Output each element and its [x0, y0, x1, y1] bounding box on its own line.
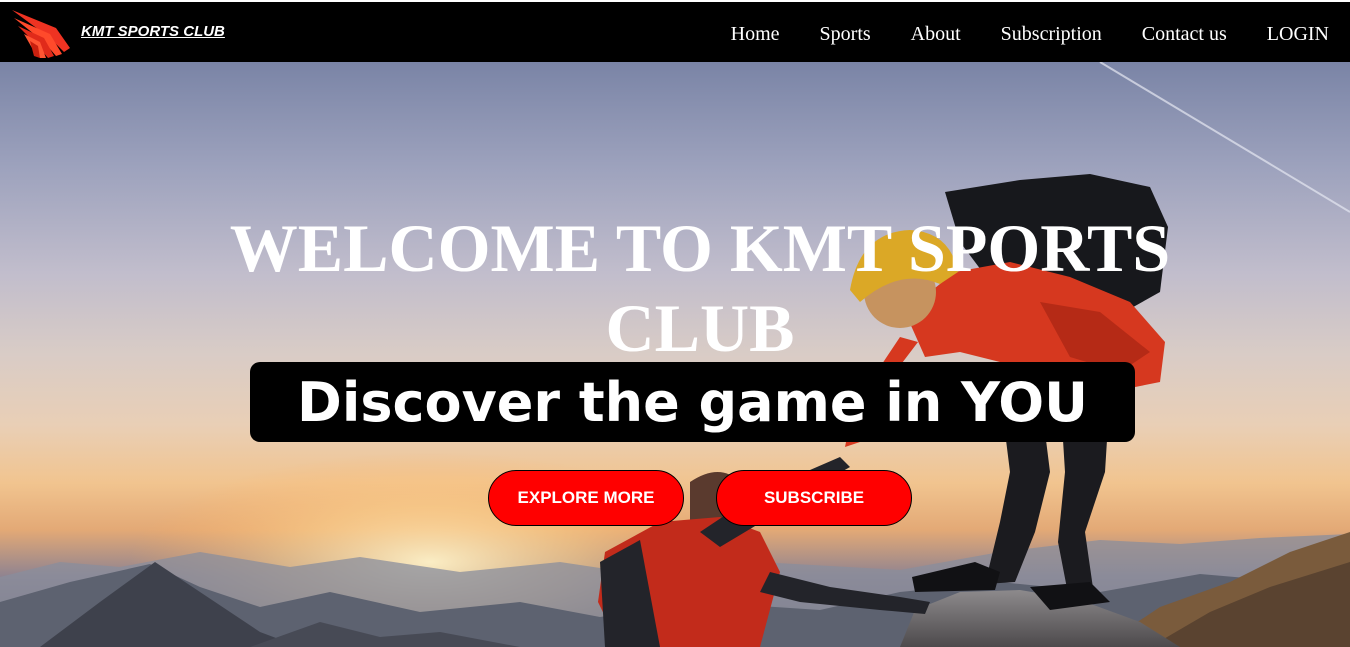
- nav-item-about[interactable]: About: [911, 22, 961, 46]
- explore-more-button[interactable]: EXPLORE MORE: [488, 470, 684, 526]
- tagline-banner: Discover the game in YOU: [250, 362, 1135, 442]
- nav-menu: Home Sports About Subscription Contact u…: [731, 22, 1329, 46]
- hero-title: WELCOME TO KMT SPORTS CLUB: [229, 210, 1171, 366]
- winged-logo-icon[interactable]: [10, 8, 74, 60]
- navbar: KMT SPORTS CLUB Home Sports About Subscr…: [0, 0, 1350, 62]
- subscribe-button[interactable]: SUBSCRIBE: [716, 470, 912, 526]
- brand-link[interactable]: KMT SPORTS CLUB: [81, 23, 225, 40]
- page: KMT SPORTS CLUB Home Sports About Subscr…: [0, 0, 1350, 647]
- nav-item-sports[interactable]: Sports: [820, 22, 871, 46]
- nav-item-login[interactable]: LOGIN: [1267, 22, 1329, 46]
- hero-section: WELCOME TO KMT SPORTS CLUB Discover the …: [0, 62, 1350, 647]
- nav-item-contact[interactable]: Contact us: [1142, 22, 1227, 46]
- nav-item-subscription[interactable]: Subscription: [1001, 22, 1102, 46]
- tagline-text: Discover the game in YOU: [297, 370, 1088, 434]
- nav-item-home[interactable]: Home: [731, 22, 780, 46]
